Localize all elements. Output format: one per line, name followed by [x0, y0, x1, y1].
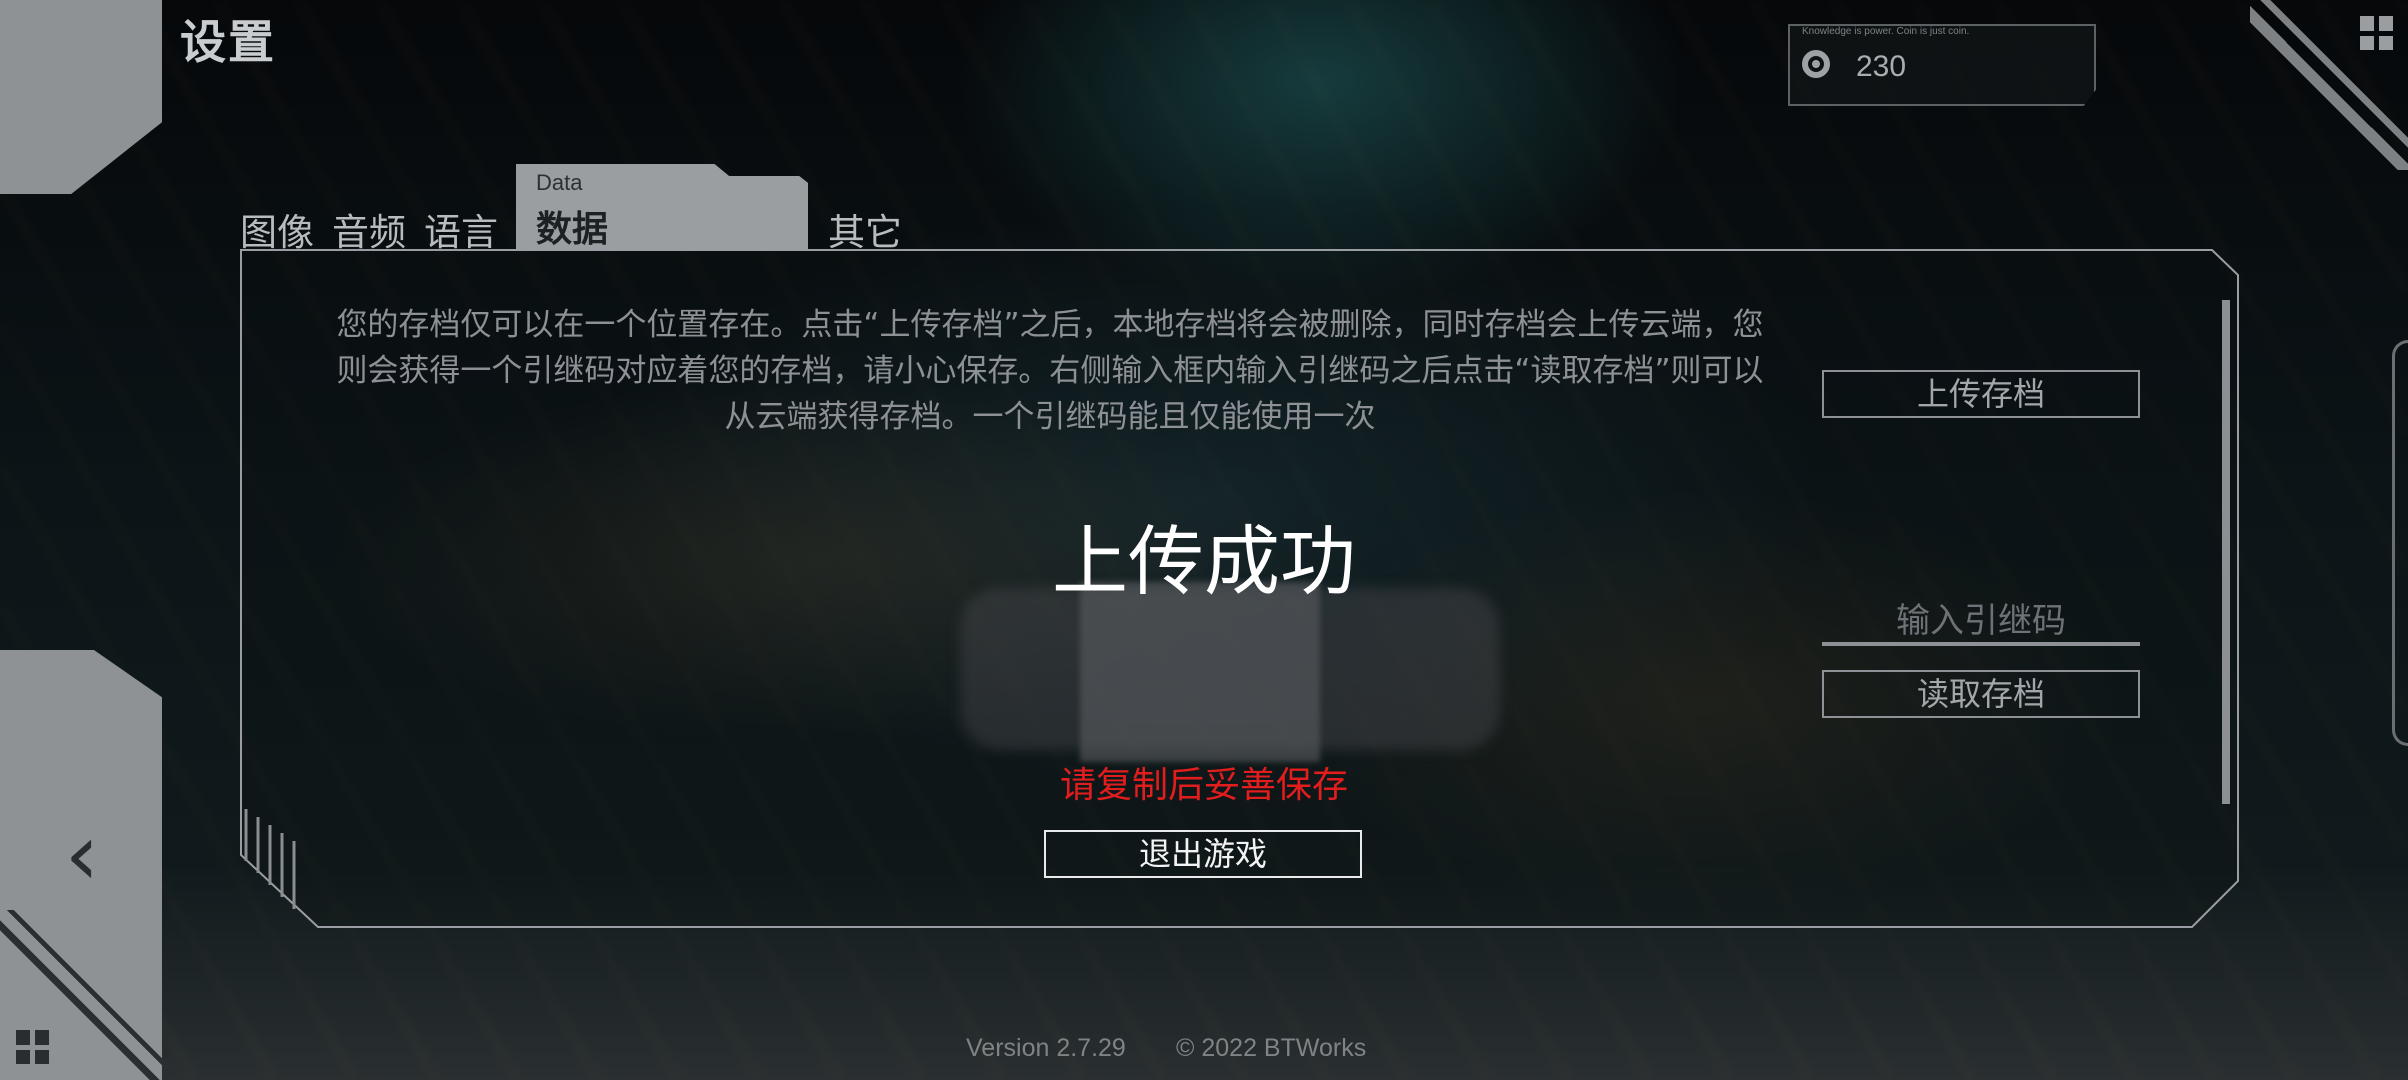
grid-menu-icon[interactable]: [2360, 16, 2394, 50]
coin-value: 230: [1856, 50, 1907, 83]
tab-data-en-label: Data: [536, 170, 583, 195]
coin-icon: [1802, 50, 1830, 78]
data-description: 您的存档仅可以在一个位置存在。点击“上传存档”之后，本地存档将会被删除，同时存档…: [336, 307, 1764, 435]
version-text: Version 2.7.29: [966, 1034, 1126, 1062]
copy-notice: 请复制后妥善保存: [1059, 765, 1348, 806]
copyright-text: © 2022 BTWorks: [1176, 1034, 1367, 1062]
tab-data-label: 数据: [536, 209, 609, 250]
tab-language[interactable]: 语言: [424, 202, 498, 256]
upload-save-button[interactable]: 上传存档: [1822, 370, 2140, 418]
tab-other[interactable]: 其它: [828, 202, 902, 256]
coin-motto: Knowledge is power. Coin is just coin.: [1802, 26, 1970, 37]
grid-menu-icon[interactable]: [16, 1030, 50, 1064]
tab-audio[interactable]: 音频: [332, 202, 406, 256]
quit-game-button[interactable]: 退出游戏: [1044, 830, 1362, 878]
tab-image[interactable]: 图像: [240, 202, 314, 256]
load-save-button[interactable]: 读取存档: [1822, 670, 2140, 718]
upload-success-title: 上传成功: [1052, 517, 1356, 606]
page-title: 设置: [180, 15, 276, 69]
chevron-left-icon[interactable]: ‹: [52, 810, 112, 900]
